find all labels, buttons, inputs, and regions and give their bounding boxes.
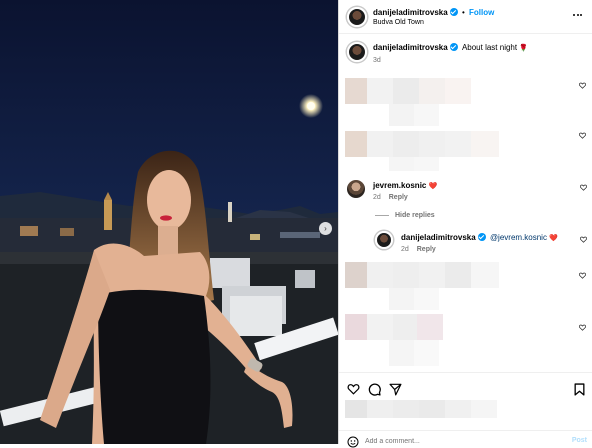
commenter-avatar[interactable] xyxy=(347,180,365,198)
caption: danijeladimitrovska About last night 🌹 3… xyxy=(339,38,592,68)
blurred-comment xyxy=(389,157,439,171)
comments-panel: danijeladimitrovska • Follow Budva Old T… xyxy=(338,0,592,448)
send-icon[interactable] xyxy=(389,383,402,396)
emoji-icon[interactable] xyxy=(347,436,359,448)
blurred-comment xyxy=(345,314,443,340)
author-username[interactable]: danijeladimitrovska xyxy=(373,8,448,17)
blurred-comment xyxy=(389,104,439,126)
reply-avatar[interactable] xyxy=(375,231,393,249)
header-separator: • xyxy=(461,8,465,17)
bookmark-icon[interactable] xyxy=(574,383,585,396)
reply-item: danijeladimitrovska @jevrem.kosnic ❤️ 2d… xyxy=(367,228,592,256)
heart-icon[interactable] xyxy=(580,184,587,191)
blurred-comment xyxy=(345,131,499,157)
reply-time: 2d xyxy=(401,246,409,253)
heart-icon[interactable] xyxy=(579,82,586,89)
more-options-button[interactable] xyxy=(573,11,585,19)
blurred-comment xyxy=(345,262,499,288)
comment-item: jevrem.kosnic ❤️ 2d Reply xyxy=(339,176,592,204)
photo-scene xyxy=(0,0,338,444)
follow-button[interactable]: Follow xyxy=(469,8,494,17)
post-comment-button[interactable]: Post xyxy=(572,437,587,444)
post-header: danijeladimitrovska • Follow Budva Old T… xyxy=(339,0,592,34)
caption-username[interactable]: danijeladimitrovska xyxy=(373,43,448,52)
heart-icon[interactable] xyxy=(580,236,587,243)
verified-badge-icon xyxy=(449,8,458,16)
hide-replies-toggle[interactable]: Hide replies xyxy=(375,210,435,220)
hide-replies-label[interactable]: Hide replies xyxy=(395,212,435,219)
comment-username[interactable]: jevrem.kosnic xyxy=(373,181,426,190)
post-photo[interactable]: › xyxy=(0,0,338,444)
blurred-comment xyxy=(389,340,439,366)
comment-text: ❤️ xyxy=(428,183,438,190)
comment-input[interactable] xyxy=(365,435,545,447)
heart-icon[interactable] xyxy=(347,383,360,395)
caption-time: 3d xyxy=(373,57,381,64)
location-link[interactable]: Budva Old Town xyxy=(373,19,424,26)
caption-avatar[interactable] xyxy=(347,42,367,62)
replies-divider xyxy=(375,214,389,216)
black-dress xyxy=(98,289,211,444)
verified-badge-icon xyxy=(449,43,458,51)
comment-icon[interactable] xyxy=(368,383,381,396)
rose-emoji: 🌹 xyxy=(519,45,529,52)
blurred-likes xyxy=(345,400,497,418)
blurred-comment xyxy=(389,288,439,310)
face xyxy=(147,170,191,230)
heart-icon[interactable] xyxy=(579,272,586,279)
blurred-comment xyxy=(345,78,475,104)
comment-time: 2d xyxy=(373,194,381,201)
more-horizontal-icon xyxy=(573,14,582,16)
caption-text: About last night xyxy=(461,43,518,52)
reply-button[interactable]: Reply xyxy=(417,246,436,253)
reply-text: ❤️ xyxy=(549,235,558,242)
add-comment-bar: Post xyxy=(339,430,592,448)
author-avatar[interactable] xyxy=(347,7,367,27)
reply-username[interactable]: danijeladimitrovska xyxy=(401,233,476,242)
instagram-post: › danijeladimitrovska • Follow Budva Old… xyxy=(0,0,592,448)
next-photo-button[interactable]: › xyxy=(319,222,332,235)
verified-badge-icon xyxy=(477,233,486,241)
bell-tower xyxy=(104,200,112,230)
reply-mention[interactable]: @jevrem.kosnic xyxy=(490,233,547,242)
chevron-right-icon: › xyxy=(324,224,327,233)
heart-icon[interactable] xyxy=(579,324,586,331)
heart-icon[interactable] xyxy=(579,132,586,139)
reply-button[interactable]: Reply xyxy=(389,194,408,201)
